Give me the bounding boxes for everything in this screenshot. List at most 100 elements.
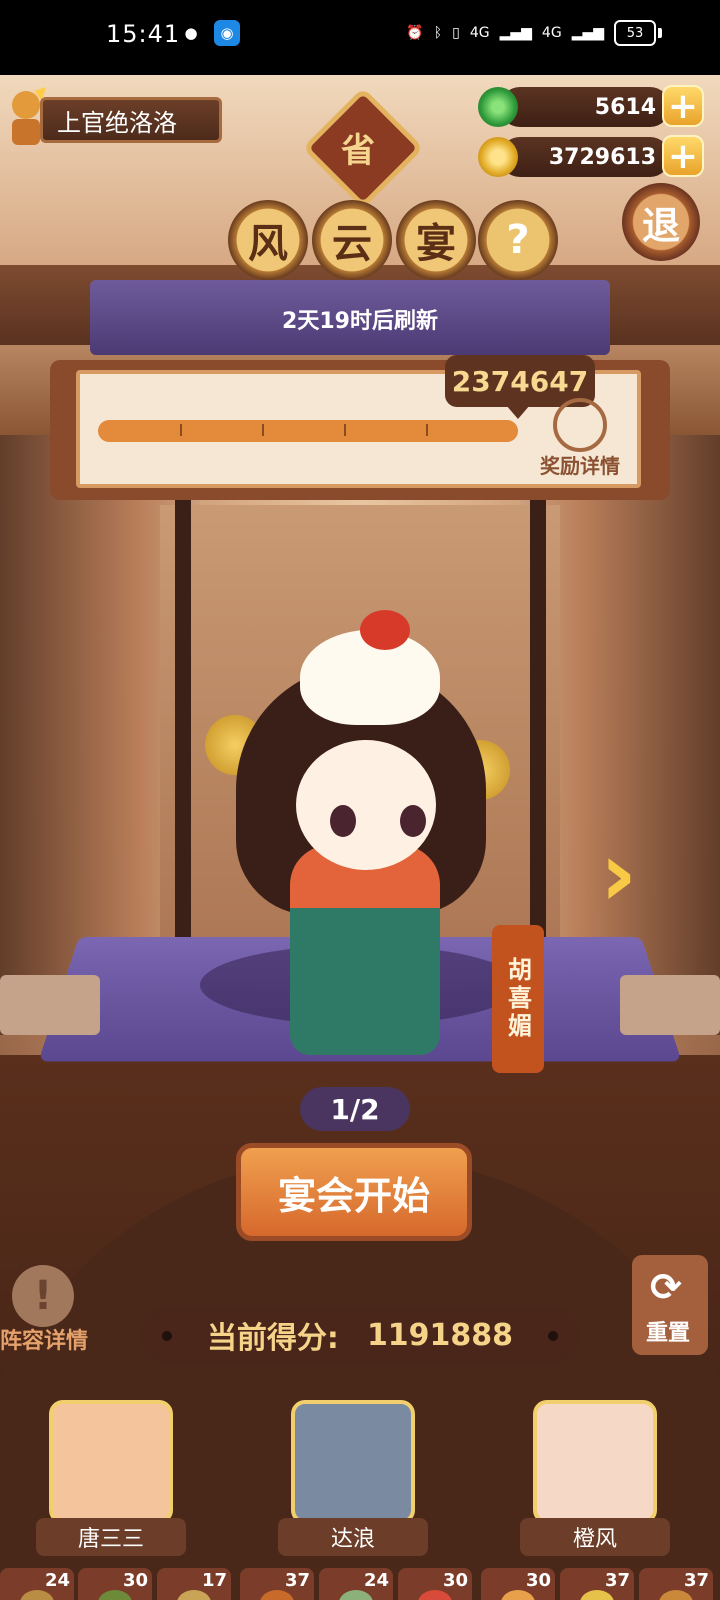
dish-count-1: 24 — [45, 1570, 70, 1591]
dish-slot-4[interactable]: 37 — [240, 1568, 314, 1600]
dish-row: 24 30 17 37 24 30 30 37 37 — [0, 1568, 720, 1600]
player-name: 上官绝洛洛 — [57, 103, 177, 138]
dish-food-9 — [659, 1590, 693, 1600]
score-bar-dot-right — [548, 1331, 558, 1341]
page-indicator-label: 1/2 — [330, 1093, 379, 1126]
progress-tick — [426, 424, 428, 436]
dish-count-8: 37 — [605, 1570, 630, 1591]
dish-food-6 — [418, 1590, 452, 1600]
next-character-arrow-icon[interactable]: › — [600, 835, 660, 915]
dish-count-2: 30 — [123, 1570, 148, 1591]
dish-count-7: 30 — [526, 1570, 551, 1591]
lineup-details-label: 阵容详情 — [0, 1323, 88, 1355]
title-char-label-2: 云 — [332, 211, 372, 269]
hero-card-2[interactable]: 达浪 — [278, 1400, 428, 1560]
refresh-icon: ⟳ — [650, 1265, 682, 1309]
dish-count-3: 17 — [202, 1570, 227, 1591]
lineup-details-button[interactable]: ! 阵容详情 — [0, 1265, 100, 1355]
signal-icon-2: ▂▄▆ — [572, 25, 604, 41]
hero-portrait-3 — [533, 1400, 657, 1524]
reset-button[interactable]: ⟳ 重置 — [632, 1255, 708, 1355]
progress-tick — [180, 424, 182, 436]
title-char-yun: 云 — [312, 200, 392, 280]
dish-count-5: 24 — [364, 1570, 389, 1591]
network-4g-label-2: 4G — [542, 25, 562, 41]
reset-label: 重置 — [646, 1315, 690, 1347]
refresh-countdown: 2天19时后刷新 — [230, 303, 490, 335]
dish-slot-9[interactable]: 37 — [639, 1568, 713, 1600]
character-name: 胡喜媚 — [501, 957, 536, 1041]
jade-amount: 5614 — [595, 95, 656, 120]
character-eye-right — [400, 805, 426, 837]
add-jade-button[interactable]: + — [662, 85, 704, 127]
start-banquet-label: 宴会开始 — [278, 1165, 430, 1220]
title-char-label-1: 风 — [248, 211, 288, 269]
score-bar-dot-left — [162, 1331, 172, 1341]
exclamation-glyph: ! — [34, 1273, 52, 1319]
chicken-comb — [360, 610, 410, 650]
app-notification-icon: ◉ — [214, 20, 240, 46]
help-icon: ? — [506, 217, 529, 263]
dish-food-1 — [20, 1590, 54, 1600]
reward-magnifier-icon[interactable] — [553, 398, 607, 452]
progress-tick — [344, 424, 346, 436]
jade-icon — [478, 87, 518, 127]
page-indicator: 1/2 — [300, 1087, 410, 1131]
dish-slot-6[interactable]: 30 — [398, 1568, 472, 1600]
bubble-tail — [506, 405, 530, 419]
title-char-label-3: 宴 — [416, 211, 456, 269]
character-name-scroll: 胡喜媚 — [492, 925, 544, 1073]
dish-food-7 — [501, 1590, 535, 1600]
hero-card-1[interactable]: 唐三三 — [36, 1400, 186, 1560]
battery-icon: 53 — [614, 20, 656, 46]
hero-name-2: 达浪 — [278, 1518, 428, 1556]
dish-slot-7[interactable]: 30 — [481, 1568, 555, 1600]
hero-card-3[interactable]: 橙风 — [520, 1400, 670, 1560]
character-eye-left — [330, 805, 356, 837]
bench-left — [0, 975, 100, 1035]
game-scene: 上官绝洛洛 省 5614 + 3729613 + 风 云 宴 ? 退 2天19时… — [0, 75, 720, 1600]
coin-icon — [478, 137, 518, 177]
dish-food-4 — [260, 1590, 294, 1600]
dish-slot-5[interactable]: 24 — [319, 1568, 393, 1600]
dish-food-3 — [177, 1590, 211, 1600]
help-button[interactable]: ? — [478, 200, 558, 280]
dish-count-4: 37 — [285, 1570, 310, 1591]
reward-details-link[interactable]: 奖励详情 — [540, 450, 620, 479]
current-score-bar: 当前得分: 1191888 — [140, 1307, 580, 1363]
hero-name-1: 唐三三 — [36, 1518, 186, 1556]
wechat-icon: ● — [178, 20, 204, 46]
title-char-yan: 宴 — [396, 200, 476, 280]
current-score-value: 1191888 — [367, 1318, 513, 1353]
character-body[interactable] — [290, 845, 440, 1055]
dish-food-2 — [98, 1590, 132, 1600]
hero-portrait-2 — [291, 1400, 415, 1524]
network-4g-label: 4G — [470, 25, 490, 41]
exit-label: 退 — [642, 195, 680, 250]
dish-slot-8[interactable]: 37 — [560, 1568, 634, 1600]
hero-portrait-1 — [49, 1400, 173, 1524]
bench-right — [620, 975, 720, 1035]
dish-count-6: 30 — [443, 1570, 468, 1591]
target-score: 2374647 — [452, 365, 588, 398]
start-banquet-button[interactable]: 宴会开始 — [236, 1143, 472, 1241]
jade-currency: 5614 — [500, 87, 670, 127]
dish-slot-1[interactable]: 24 — [0, 1568, 74, 1600]
add-coin-button[interactable]: + — [662, 135, 704, 177]
dish-slot-3[interactable]: 17 — [157, 1568, 231, 1600]
dish-count-9: 37 — [684, 1570, 709, 1591]
alarm-icon: ⏰ — [406, 25, 423, 41]
coin-amount: 3729613 — [549, 145, 656, 170]
exit-button[interactable]: 退 — [622, 183, 700, 261]
clock: 15:41 — [106, 20, 180, 48]
bluetooth-icon: ᛒ — [434, 25, 442, 41]
progress-tick — [262, 424, 264, 436]
exclamation-icon: ! — [12, 1265, 74, 1327]
signal-icon: ▂▄▆ — [500, 25, 532, 41]
vibrate-icon: ▯ — [452, 25, 460, 41]
player-name-plate[interactable]: 上官绝洛洛 — [40, 97, 222, 143]
province-badge-label: 省 — [320, 123, 396, 172]
dish-slot-2[interactable]: 30 — [78, 1568, 152, 1600]
current-score-label: 当前得分: — [207, 1313, 339, 1357]
score-progress-bar — [98, 420, 518, 442]
